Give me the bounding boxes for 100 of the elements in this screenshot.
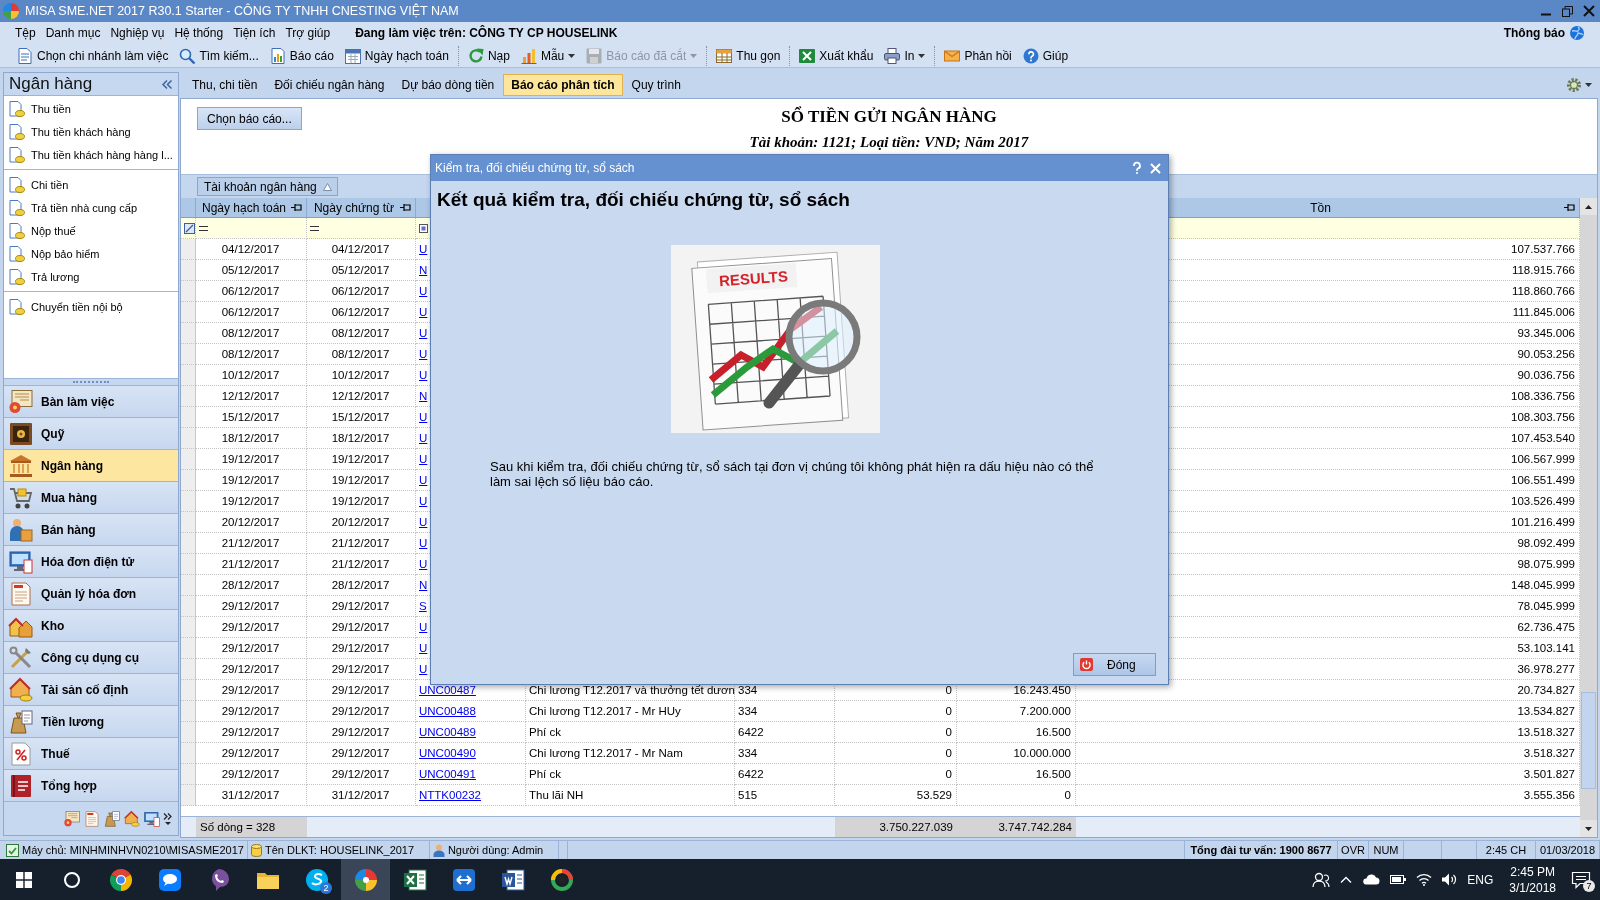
tab[interactable]: Báo cáo phân tích	[503, 74, 623, 96]
house-coins-icon[interactable]	[124, 810, 140, 827]
clock[interactable]: 2:45 PM 3/1/2018	[1509, 863, 1556, 896]
voucher-link[interactable]: U	[419, 348, 428, 360]
voucher-link[interactable]: U	[419, 243, 428, 255]
menu-item[interactable]: Trợ giúp	[280, 24, 336, 42]
voucher-link[interactable]: U	[419, 516, 428, 528]
voucher-link[interactable]: UNC00488	[419, 705, 476, 717]
voucher-link[interactable]: U	[419, 432, 428, 444]
pin-icon[interactable]	[400, 203, 411, 212]
toolbar-button[interactable]: Báo cáo	[264, 45, 339, 66]
language-indicator[interactable]: ENG	[1467, 872, 1494, 887]
toolbar-button[interactable]: Phản hồi	[939, 45, 1017, 66]
voucher-link[interactable]: U	[419, 327, 428, 339]
voucher-link[interactable]: U	[419, 642, 428, 654]
pin-icon[interactable]	[1564, 203, 1575, 212]
toolbar-button[interactable]: In	[879, 45, 931, 66]
voucher-link[interactable]: UNC00489	[419, 726, 476, 738]
chevron-up-icon[interactable]	[1340, 876, 1353, 883]
filter-field[interactable]	[196, 218, 307, 239]
notifications-button[interactable]: Thông báo	[1503, 26, 1584, 40]
battery-icon[interactable]	[1390, 875, 1407, 884]
sidebar-item[interactable]: Thu tiền khách hàng hàng l...	[4, 143, 178, 166]
toolbar-button[interactable]: Mẫu	[515, 45, 581, 66]
scroll-up-button[interactable]	[1580, 198, 1597, 215]
tab[interactable]: Đối chiếu ngân hàng	[266, 74, 393, 96]
voucher-link[interactable]: U	[419, 369, 428, 381]
monitor-icon[interactable]	[144, 810, 160, 827]
sidebar-item[interactable]: Trả lương	[4, 265, 178, 288]
voucher-link[interactable]: UNC00487	[419, 684, 476, 696]
scrollbar-thumb[interactable]	[1581, 692, 1596, 789]
menu-item[interactable]: Tiện ích	[228, 24, 281, 42]
voucher-link[interactable]: U	[419, 453, 428, 465]
toolbar-button[interactable]: Giúp	[1017, 45, 1074, 66]
toolbar-button[interactable]: Thu gọn	[711, 45, 786, 66]
equals-icon[interactable]	[310, 225, 319, 231]
volume-icon[interactable]	[1442, 873, 1458, 886]
cloud-icon[interactable]	[1362, 874, 1381, 885]
module-button[interactable]: Quản lý hóa đơn	[4, 577, 178, 609]
voucher-link[interactable]: U	[419, 663, 428, 675]
toolbar-button[interactable]: Chọn chi nhánh làm việc	[12, 45, 174, 66]
help-icon[interactable]	[1133, 162, 1141, 174]
sidebar-item[interactable]: Thu tiền	[4, 97, 178, 120]
module-button[interactable]: Tiền lương	[4, 705, 178, 737]
voucher-link[interactable]: U	[419, 537, 428, 549]
module-button[interactable]: Ngân hàng	[4, 449, 178, 481]
menu-item[interactable]: Danh mục	[40, 24, 106, 42]
people-icon[interactable]	[1312, 871, 1331, 888]
equals-icon[interactable]	[199, 225, 208, 231]
invoice-icon[interactable]	[84, 810, 100, 827]
toolbar-button[interactable]: Nạp	[462, 45, 515, 66]
filter-edit-icon[interactable]	[184, 222, 195, 234]
column-header[interactable]: Ngày chứng từ	[307, 198, 416, 217]
filter-field[interactable]	[307, 218, 416, 239]
voucher-link[interactable]: U	[419, 495, 428, 507]
scroll-down-button[interactable]	[1580, 820, 1597, 837]
restore-icon[interactable]	[1562, 5, 1573, 17]
close-icon[interactable]	[1584, 6, 1594, 16]
menu-item[interactable]: Nghiệp vụ	[105, 24, 170, 42]
settings-button[interactable]	[1566, 77, 1592, 93]
double-chevron-icon[interactable]	[162, 79, 172, 89]
module-button[interactable]: Kho	[4, 609, 178, 641]
voucher-link[interactable]: U	[419, 621, 428, 633]
sidebar-item[interactable]: Nộp thuế	[4, 219, 178, 242]
group-by-chip[interactable]: Tài khoản ngân hàng	[197, 177, 338, 196]
sidebar-item[interactable]: Nộp bảo hiểm	[4, 242, 178, 265]
voucher-link[interactable]: U	[419, 558, 428, 570]
module-button[interactable]: Hóa đơn điện tử	[4, 545, 178, 577]
tab[interactable]: Thu, chi tiền	[184, 74, 266, 96]
wifi-icon[interactable]	[1416, 873, 1433, 886]
pin-icon[interactable]	[291, 203, 302, 212]
menu-item[interactable]: Hệ thống	[169, 24, 229, 42]
toolbar-button[interactable]: Xuất khẩu	[794, 45, 879, 66]
voucher-link[interactable]: S	[419, 600, 427, 612]
menu-item[interactable]: Tệp	[10, 24, 41, 42]
square-operator-icon[interactable]	[419, 223, 428, 233]
voucher-link[interactable]: U	[419, 306, 428, 318]
sidebar-item[interactable]: Trả tiền nhà cung cấp	[4, 196, 178, 219]
voucher-link[interactable]: U	[419, 474, 428, 486]
choose-report-button[interactable]: Chọn báo cáo...	[197, 107, 302, 130]
tab[interactable]: Quy trình	[623, 74, 689, 96]
module-button[interactable]: Thuế	[4, 737, 178, 769]
voucher-link[interactable]: N	[419, 390, 428, 402]
notification-icon[interactable]	[1572, 871, 1590, 888]
voucher-link[interactable]: UNC00491	[419, 768, 476, 780]
voucher-link[interactable]: U	[419, 411, 428, 423]
module-button[interactable]: Tài sản cố định	[4, 673, 178, 705]
money-bag-icon[interactable]	[104, 810, 120, 827]
overflow-chevron-icon[interactable]	[164, 812, 172, 825]
board-icon[interactable]	[64, 810, 80, 827]
column-header[interactable]: Ngày hạch toán	[196, 198, 307, 217]
sidebar-item[interactable]: Thu tiền khách hàng	[4, 120, 178, 143]
tab[interactable]: Dự báo dòng tiền	[393, 74, 503, 96]
sidebar-item[interactable]: Chi tiền	[4, 173, 178, 196]
toolbar-button[interactable]: Ngày hạch toán	[339, 45, 454, 66]
sidebar-item[interactable]: Chuyển tiền nội bộ	[4, 295, 178, 318]
toolbar-button[interactable]: Tìm kiếm...	[174, 45, 264, 66]
voucher-link[interactable]: N	[419, 264, 428, 276]
taskbar-app-button[interactable]: 2	[292, 859, 341, 900]
module-button[interactable]: Bán hàng	[4, 513, 178, 545]
